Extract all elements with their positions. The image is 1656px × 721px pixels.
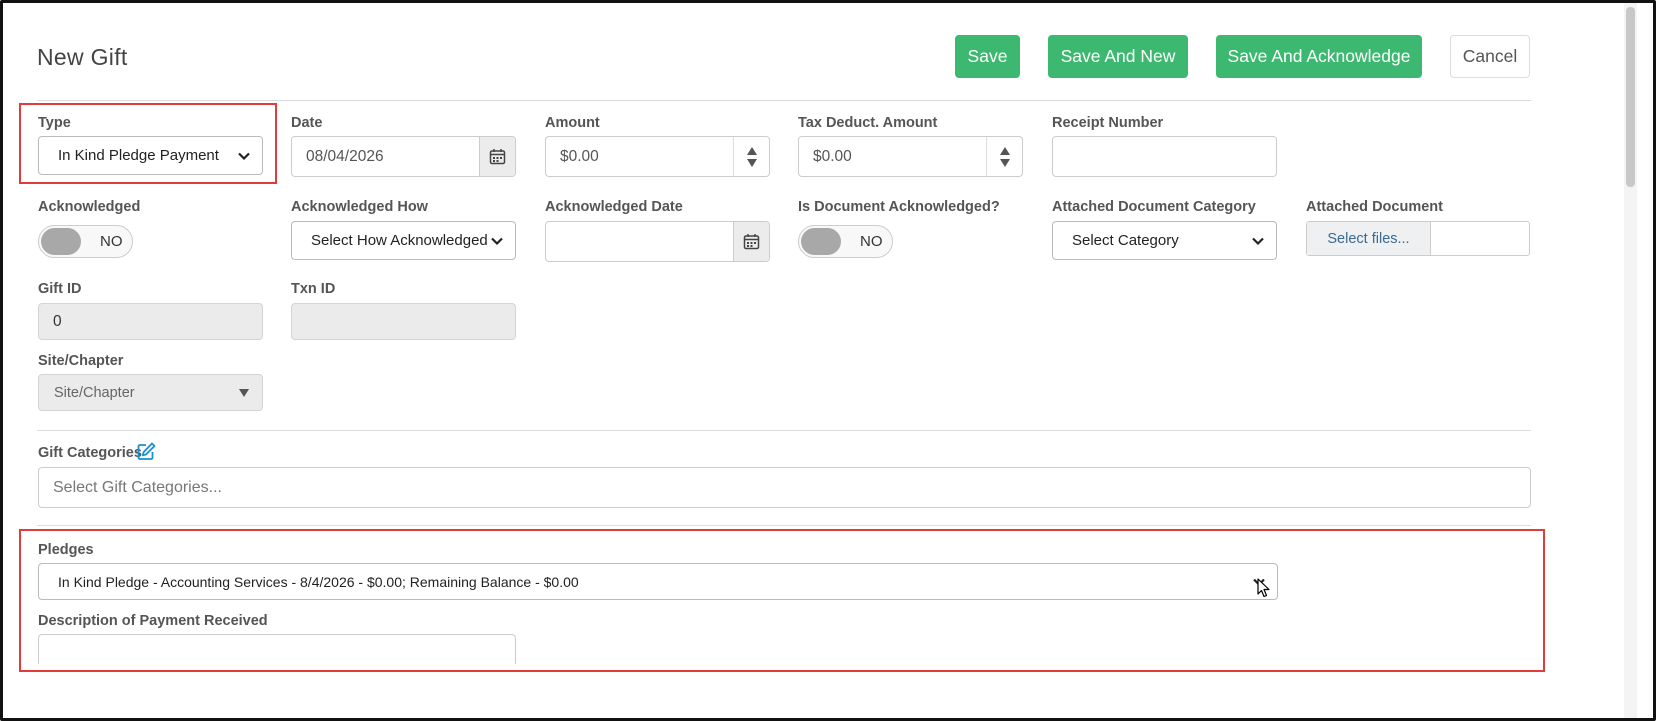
tax-deduct-spinner[interactable] — [986, 137, 1022, 176]
calendar-icon[interactable] — [733, 222, 769, 261]
receipt-number-input[interactable] — [1052, 136, 1277, 177]
scrollbar-thumb[interactable] — [1626, 7, 1635, 187]
attached-document-category-select[interactable]: Select Category — [1052, 221, 1277, 260]
acknowledged-toggle[interactable]: NO — [38, 225, 133, 258]
document-acknowledged-label: Is Document Acknowledged? — [798, 199, 1000, 215]
receipt-number-label: Receipt Number — [1052, 115, 1164, 131]
gift-id-input: 0 — [38, 303, 263, 340]
tax-deduct-label: Tax Deduct. Amount — [798, 115, 938, 131]
date-value: 08/04/2026 — [306, 147, 384, 165]
tax-deduct-input[interactable]: $0.00 — [798, 136, 1023, 177]
date-input[interactable]: 08/04/2026 — [291, 136, 516, 177]
save-and-acknowledge-button[interactable]: Save And Acknowledge — [1216, 35, 1422, 78]
calendar-icon[interactable] — [479, 137, 515, 176]
divider — [37, 100, 1531, 101]
toggle-knob — [41, 228, 81, 255]
site-chapter-select: Site/Chapter — [38, 374, 263, 411]
cursor-icon — [1257, 578, 1270, 598]
select-files-button[interactable]: Select files... — [1307, 222, 1431, 255]
attached-document-upload: Select files... — [1306, 221, 1530, 256]
type-label: Type — [38, 115, 71, 131]
description-input[interactable] — [38, 634, 516, 664]
increment-icon[interactable] — [746, 146, 757, 155]
gift-form-window: New Gift Save Save And New Save And Ackn… — [0, 0, 1656, 721]
gift-id-value: 0 — [53, 312, 62, 330]
divider — [37, 525, 1531, 526]
pledges-select[interactable]: In Kind Pledge - Accounting Services - 8… — [38, 563, 1278, 600]
chevron-down-icon — [238, 152, 250, 161]
chevron-down-icon — [491, 237, 503, 246]
amount-label: Amount — [545, 115, 600, 131]
tax-deduct-value: $0.00 — [813, 147, 852, 165]
site-chapter-value: Site/Chapter — [54, 384, 135, 401]
type-select[interactable]: In Kind Pledge Payment — [38, 136, 263, 175]
save-button[interactable]: Save — [955, 35, 1020, 78]
attached-document-label: Attached Document — [1306, 199, 1443, 215]
document-acknowledged-toggle[interactable]: NO — [798, 225, 893, 258]
document-acknowledged-state: NO — [860, 233, 883, 250]
acknowledged-how-value: Select How Acknowledged — [311, 232, 488, 249]
cancel-button[interactable]: Cancel — [1450, 35, 1530, 78]
gift-id-label: Gift ID — [38, 281, 82, 297]
attached-document-category-value: Select Category — [1072, 232, 1179, 249]
amount-spinner[interactable] — [733, 137, 769, 176]
description-label: Description of Payment Received — [38, 613, 268, 629]
pledges-value: In Kind Pledge - Accounting Services - 8… — [58, 573, 579, 590]
decrement-icon[interactable] — [746, 158, 757, 167]
divider — [37, 430, 1531, 431]
txn-id-input — [291, 303, 516, 340]
type-select-value: In Kind Pledge Payment — [58, 147, 219, 164]
acknowledged-date-input[interactable] — [545, 221, 770, 262]
date-label: Date — [291, 115, 323, 131]
gift-categories-label: Gift Categories — [38, 445, 142, 461]
amount-input[interactable]: $0.00 — [545, 136, 770, 177]
attached-document-category-label: Attached Document Category — [1052, 199, 1256, 215]
acknowledged-how-select[interactable]: Select How Acknowledged — [291, 221, 516, 260]
pledges-label: Pledges — [38, 542, 94, 558]
acknowledged-date-label: Acknowledged Date — [545, 199, 683, 215]
chevron-down-icon — [1252, 237, 1264, 246]
edit-icon[interactable] — [137, 442, 156, 466]
page-title: New Gift — [37, 44, 128, 70]
acknowledged-state: NO — [100, 233, 123, 250]
increment-icon[interactable] — [999, 146, 1010, 155]
site-chapter-label: Site/Chapter — [38, 353, 124, 369]
decrement-icon[interactable] — [999, 158, 1010, 167]
amount-value: $0.00 — [560, 147, 599, 165]
caret-down-icon — [239, 389, 249, 397]
gift-categories-placeholder: Select Gift Categories... — [53, 478, 222, 496]
toggle-knob — [801, 228, 841, 255]
acknowledged-label: Acknowledged — [38, 199, 141, 215]
gift-categories-input[interactable]: Select Gift Categories... — [38, 467, 1531, 508]
acknowledged-how-label: Acknowledged How — [291, 199, 428, 215]
txn-id-label: Txn ID — [291, 281, 336, 297]
save-and-new-button[interactable]: Save And New — [1048, 35, 1188, 78]
